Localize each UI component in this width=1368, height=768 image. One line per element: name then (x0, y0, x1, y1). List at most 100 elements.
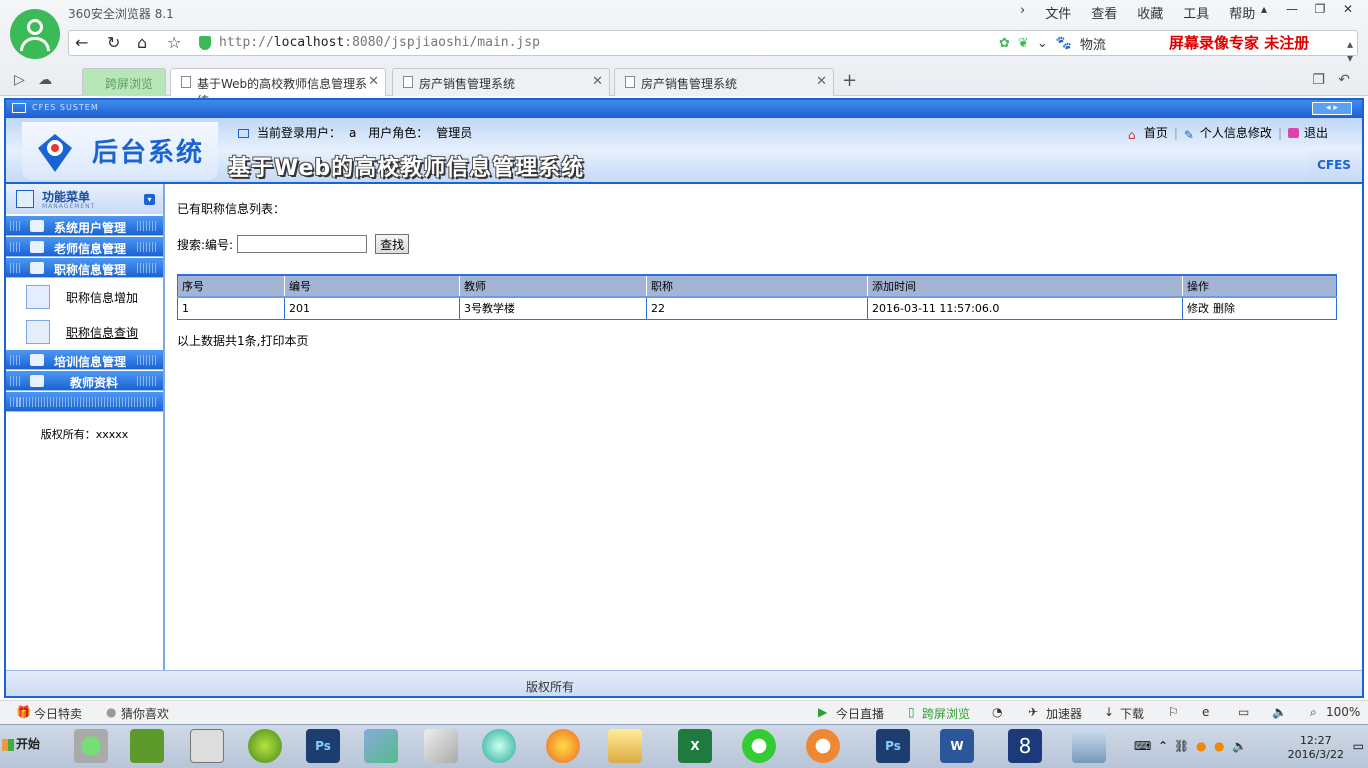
edit-link[interactable]: 修改 (1187, 302, 1209, 315)
refresh-icon[interactable]: ↻ (107, 33, 120, 52)
recommend-link[interactable]: 猜你喜欢 (121, 705, 169, 722)
app-titlebar: CFES SUSTEM ◂ ▸ (6, 100, 1362, 118)
network-icon[interactable]: ⛓ (1174, 739, 1189, 753)
close-icon[interactable]: ✕ (368, 74, 379, 89)
minimize-button[interactable]: — (1278, 2, 1306, 20)
logout-link[interactable]: 退出 (1304, 124, 1328, 141)
chevron-right-icon[interactable]: › (1020, 3, 1025, 22)
tray-up-icon[interactable]: ⌃ (1158, 739, 1168, 753)
login-user: a (349, 126, 357, 140)
window-icon[interactable]: ▭ (1238, 705, 1249, 719)
computer-icon[interactable] (1072, 729, 1106, 763)
document-icon (403, 76, 413, 88)
globe-icon[interactable] (482, 729, 516, 763)
speedup-icon[interactable]: ✿ (999, 36, 1010, 51)
nav-arrows-icon[interactable]: ◂ ▸ (1312, 102, 1352, 115)
database-icon[interactable] (546, 729, 580, 763)
browser-360-icon[interactable] (742, 729, 776, 763)
search-engine-label[interactable]: 物流 (1080, 34, 1106, 53)
delete-link[interactable]: 删除 (1213, 302, 1235, 315)
close-button[interactable]: ✕ (1334, 2, 1362, 20)
menu-tools[interactable]: 工具 (1183, 3, 1209, 22)
summary-text[interactable]: 以上数据共1条,打印本页 (177, 332, 308, 349)
restore-tab-icon[interactable]: ❐ ↶ (1312, 72, 1350, 88)
show-desktop-icon[interactable]: ▭ (1353, 739, 1364, 753)
tab-label: 房产销售管理系统 (419, 77, 516, 91)
word-icon[interactable]: W (940, 729, 974, 763)
sidebar-item-user-management[interactable]: 系统用户管理 (6, 216, 163, 236)
tab-teacher-system[interactable]: 基于Web的高校教师信息管理系统✕ (170, 68, 386, 108)
folder-icon[interactable] (608, 729, 642, 763)
eight-icon[interactable]: 8 (1008, 729, 1042, 763)
sidebar-item-training-info[interactable]: 培训信息管理 (6, 350, 163, 370)
skin-icon[interactable]: ▴ (1250, 2, 1278, 20)
photoshop-icon[interactable]: Ps (306, 729, 340, 763)
menu-view[interactable]: 查看 (1091, 3, 1117, 22)
sidebar-item-teacher-data[interactable]: 教师资料 (6, 371, 163, 391)
menu-file[interactable]: 文件 (1045, 3, 1071, 22)
cfes-badge: CFES (1308, 150, 1360, 180)
live-link[interactable]: 今日直播 (836, 705, 884, 722)
accelerator-link[interactable]: 加速器 (1046, 705, 1082, 722)
system-label: CFES SUSTEM (32, 103, 99, 112)
clock[interactable]: 12:27 2016/3/22 (1288, 734, 1344, 762)
android-icon[interactable] (130, 729, 164, 763)
recorder-icon[interactable] (806, 729, 840, 763)
zoom-level[interactable]: 100% (1326, 705, 1360, 719)
sidebar-item-teacher-info[interactable]: 老师信息管理 (6, 237, 163, 257)
back-arrow-icon[interactable]: ← (75, 33, 88, 52)
sidebar-spacer (6, 392, 163, 412)
leaf-icon[interactable]: ❦ (1018, 36, 1029, 51)
user-card-icon (30, 262, 44, 274)
user-avatar-icon[interactable] (10, 9, 60, 59)
sidebar-item-title-info[interactable]: 职称信息管理 (6, 258, 163, 278)
sidebar-toggle-icon[interactable]: ▷ ☁ (14, 72, 52, 88)
maximize-button[interactable]: ❐ (1306, 2, 1334, 20)
wechat-icon[interactable] (74, 729, 108, 763)
tab-house-sales-2[interactable]: 房产销售管理系统 ✕ (614, 68, 834, 96)
tools-icon[interactable] (424, 729, 458, 763)
photoshop-icon[interactable]: Ps (876, 729, 910, 763)
close-icon[interactable]: ✕ (816, 74, 827, 89)
home-link[interactable]: 首页 (1144, 124, 1168, 141)
subitem-query-title[interactable]: 职称信息查询 (6, 315, 163, 349)
start-button[interactable]: 开始 (2, 735, 40, 752)
flag-icon[interactable]: ⚐ (1168, 705, 1179, 719)
profile-link[interactable]: 个人信息修改 (1200, 124, 1272, 141)
tab-house-sales-1[interactable]: 房产销售管理系统 ✕ (392, 68, 610, 96)
scroll-icon[interactable]: ▴ ▾ (1347, 37, 1353, 65)
keyboard-icon[interactable]: ⌨ (1134, 739, 1151, 753)
volume-icon[interactable]: 🔈 (1232, 739, 1247, 753)
close-icon[interactable]: ✕ (592, 74, 603, 89)
gauge-icon[interactable]: ◔ (992, 705, 1002, 719)
collapse-icon[interactable]: ▾ (144, 194, 155, 205)
transfer-icon[interactable] (364, 729, 398, 763)
new-tab-button[interactable]: + (842, 70, 857, 91)
search-input[interactable] (237, 235, 368, 253)
qq-icon[interactable]: ● (1196, 739, 1206, 753)
tab-label: 跨屏浏览 (105, 77, 154, 91)
download-link[interactable]: 下载 (1120, 705, 1144, 722)
paw-icon[interactable]: 🐾 (1056, 36, 1072, 51)
play-icon: ▶ (818, 705, 828, 719)
menu-favorites[interactable]: 收藏 (1137, 3, 1163, 22)
home-icon[interactable]: ⌂ (137, 33, 147, 52)
tab-cross-screen[interactable]: 跨屏浏览 (82, 68, 166, 96)
star-icon[interactable]: ☆ (167, 33, 181, 52)
deal-link[interactable]: 今日特卖 (34, 705, 82, 722)
subitem-add-title[interactable]: 职称信息增加 (6, 280, 163, 314)
logout-icon (1287, 127, 1299, 138)
cross-screen-link[interactable]: 跨屏浏览 (922, 705, 970, 722)
user-card-icon (30, 354, 44, 366)
device-icon[interactable] (190, 729, 224, 763)
search-form: 搜索:编号: 查找 (177, 234, 410, 254)
ie-icon[interactable]: e (1202, 705, 1209, 719)
chevron-down-icon[interactable]: ⌄ (1037, 36, 1048, 51)
url-input[interactable]: http://localhost:8080/jspjiaoshi/main.js… (219, 35, 540, 50)
speaker-icon[interactable]: 🔈 (1272, 705, 1287, 719)
excel-icon[interactable]: X (678, 729, 712, 763)
qq-icon[interactable]: ● (1214, 739, 1224, 753)
dreamweaver-icon[interactable] (248, 729, 282, 763)
monitor-icon (238, 129, 249, 138)
search-button[interactable]: 查找 (375, 234, 410, 254)
